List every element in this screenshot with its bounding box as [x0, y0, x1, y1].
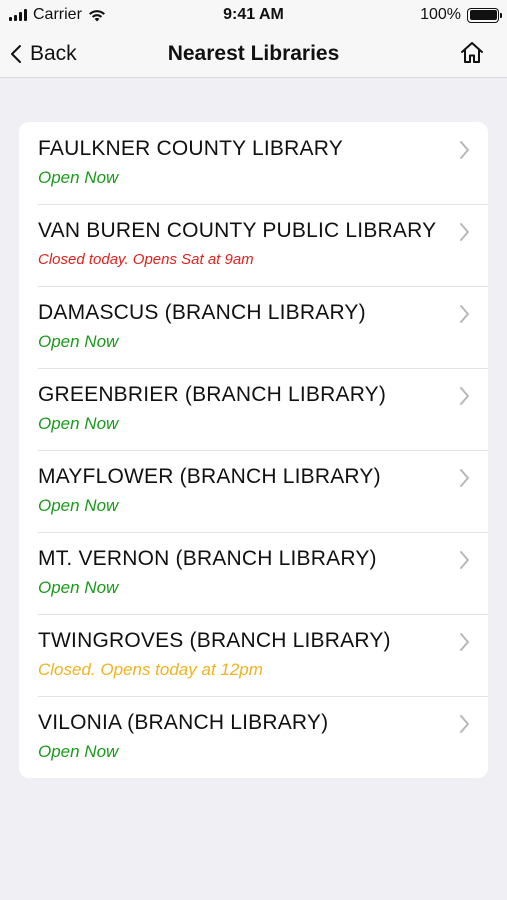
library-name: TWINGROVES (BRANCH LIBRARY): [38, 629, 391, 652]
library-list: FAULKNER COUNTY LIBRARY Open Now VAN BUREN…: [19, 122, 488, 778]
library-row[interactable]: MT. VERNON (BRANCH LIBRARY) Open Now: [19, 532, 488, 614]
chevron-right-icon: [460, 633, 469, 651]
home-icon[interactable]: [459, 40, 485, 66]
chevron-right-icon: [460, 715, 469, 733]
library-status: Open Now: [38, 496, 119, 515]
library-name: VAN BUREN COUNTY PUBLIC LIBRARY: [38, 219, 437, 242]
status-left: Carrier: [9, 6, 106, 24]
back-label: Back: [30, 42, 77, 65]
library-status: Open Now: [38, 168, 119, 187]
library-name: DAMASCUS (BRANCH LIBRARY): [38, 301, 366, 324]
navigation-bar: Back Nearest Libraries: [0, 30, 507, 78]
library-name: VILONIA (BRANCH LIBRARY): [38, 711, 329, 734]
battery-percent: 100%: [420, 6, 461, 23]
library-status: Open Now: [38, 332, 119, 351]
library-name: MT. VERNON (BRANCH LIBRARY): [38, 547, 377, 570]
library-row[interactable]: GREENBRIER (BRANCH LIBRARY) Open Now: [19, 368, 488, 450]
chevron-left-icon: [11, 45, 21, 63]
back-button[interactable]: Back: [10, 30, 77, 78]
chevron-right-icon: [460, 305, 469, 323]
wifi-icon: [88, 9, 105, 21]
chevron-right-icon: [460, 469, 469, 487]
library-status: Closed. Opens today at 12pm: [38, 660, 263, 679]
library-row[interactable]: TWINGROVES (BRANCH LIBRARY) Closed. Opens…: [19, 614, 488, 696]
library-status: Closed today. Opens Sat at 9am: [38, 251, 254, 268]
library-row[interactable]: FAULKNER COUNTY LIBRARY Open Now: [19, 122, 488, 204]
library-row[interactable]: VAN BUREN COUNTY PUBLIC LIBRARY Closed to…: [19, 204, 488, 286]
library-status: Open Now: [38, 414, 119, 433]
library-row[interactable]: VILONIA (BRANCH LIBRARY) Open Now: [19, 696, 488, 778]
battery-icon: [467, 7, 502, 23]
signal-icon: [9, 9, 27, 21]
library-name: GREENBRIER (BRANCH LIBRARY): [38, 383, 387, 406]
library-status: Open Now: [38, 578, 119, 597]
library-status: Open Now: [38, 742, 119, 761]
library-row[interactable]: DAMASCUS (BRANCH LIBRARY) Open Now: [19, 286, 488, 368]
library-row[interactable]: MAYFLOWER (BRANCH LIBRARY) Open Now: [19, 450, 488, 532]
library-name: MAYFLOWER (BRANCH LIBRARY): [38, 465, 381, 488]
status-right: 100%: [420, 6, 502, 24]
chevron-right-icon: [460, 387, 469, 405]
chevron-right-icon: [460, 141, 469, 159]
carrier-label: Carrier: [33, 6, 82, 23]
status-bar: Carrier 9:41 AM 100%: [0, 0, 507, 30]
battery-fill: [469, 10, 497, 20]
chevron-right-icon: [460, 223, 469, 241]
chevron-right-icon: [460, 551, 469, 569]
library-name: FAULKNER COUNTY LIBRARY: [38, 137, 343, 160]
